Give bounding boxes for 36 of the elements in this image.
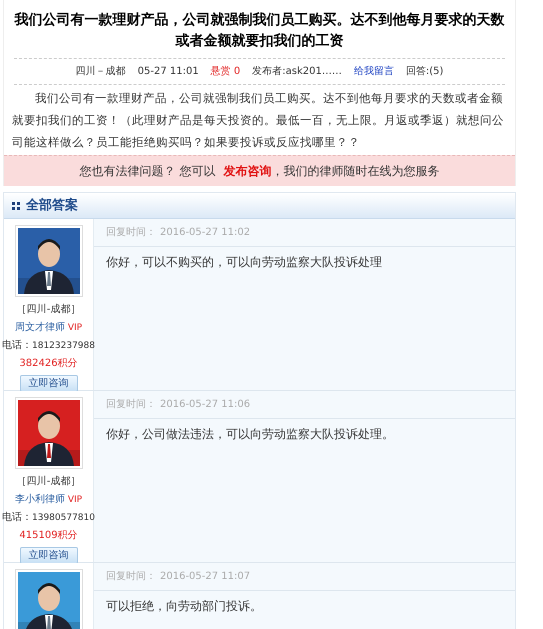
consult-button[interactable]: 立即咨询 bbox=[20, 375, 78, 392]
grid-icon bbox=[12, 202, 20, 210]
answer-text: 你好，公司做法违法，可以向劳动监察大队投诉处理。 bbox=[105, 426, 395, 443]
phone-number: 18123237988 bbox=[32, 340, 95, 353]
vip-label: VIP bbox=[68, 494, 82, 507]
vip-label: VIP bbox=[68, 322, 82, 335]
section-title: 全部答案 bbox=[26, 196, 78, 215]
points: 382426积分 bbox=[19, 357, 78, 371]
reply-time: 2016-05-27 11:07 bbox=[160, 570, 250, 584]
phone-label: 电话： bbox=[2, 338, 32, 353]
lawyer-name[interactable]: 李小利律师 bbox=[14, 492, 65, 508]
reply-time: 2016-05-27 11:02 bbox=[160, 226, 250, 240]
message-link[interactable]: 给我留言 bbox=[354, 64, 394, 79]
reward: 悬赏 0 bbox=[210, 64, 240, 79]
points: 415109积分 bbox=[19, 529, 78, 543]
answer-text: 你好，可以不购买的，可以向劳动监察大队投诉处理 bbox=[105, 254, 383, 271]
consult-button[interactable]: 立即咨询 bbox=[20, 547, 78, 564]
reply-time-label: 回复时间： bbox=[106, 570, 156, 584]
publish-link[interactable]: 发布咨询 bbox=[223, 162, 272, 180]
banner-text-end: ，我们的律师随时在线为您服务 bbox=[271, 163, 440, 180]
lawyer-region: ［四川-成都］ bbox=[16, 474, 80, 489]
question-body: 我们公司有一款理财产品，公司就强制我们员工购买。达不到他每月要求的天数或者金额就要扣我们的工资！（此理财产品是每天投资的。最低一百，无上限。月返或季返）就想问公司能这样做么？员工能拒绝购买吗？如果要投诉或反应找哪里？？ bbox=[11, 90, 505, 151]
reply-time-label: 回复时间： bbox=[106, 226, 156, 240]
answer-count: 回答:(5) bbox=[406, 65, 444, 79]
phone-label: 电话： bbox=[2, 510, 32, 525]
reply-time-label: 回复时间： bbox=[106, 398, 156, 412]
publisher: 发布者:ask201…… bbox=[252, 64, 342, 79]
phone-number: 13980577810 bbox=[32, 512, 95, 525]
answer-text: 可以拒绝，向劳动部门投诉。 bbox=[105, 598, 263, 615]
location: 四川－成都 bbox=[76, 64, 126, 79]
question-title: 我们公司有一款理财产品，公司就强制我们员工购买。达不到他每月要求的天数或者金额就要扣我们的工资 bbox=[13, 11, 506, 51]
lawyer-region: ［四川-成都］ bbox=[16, 302, 80, 317]
lawyer-name[interactable]: 周文才律师 bbox=[14, 320, 65, 336]
reply-time: 2016-05-27 11:06 bbox=[160, 398, 250, 412]
banner-text: 您也有法律问题？ 您可以 bbox=[80, 163, 216, 180]
post-time: 05-27 11:01 bbox=[138, 65, 199, 79]
